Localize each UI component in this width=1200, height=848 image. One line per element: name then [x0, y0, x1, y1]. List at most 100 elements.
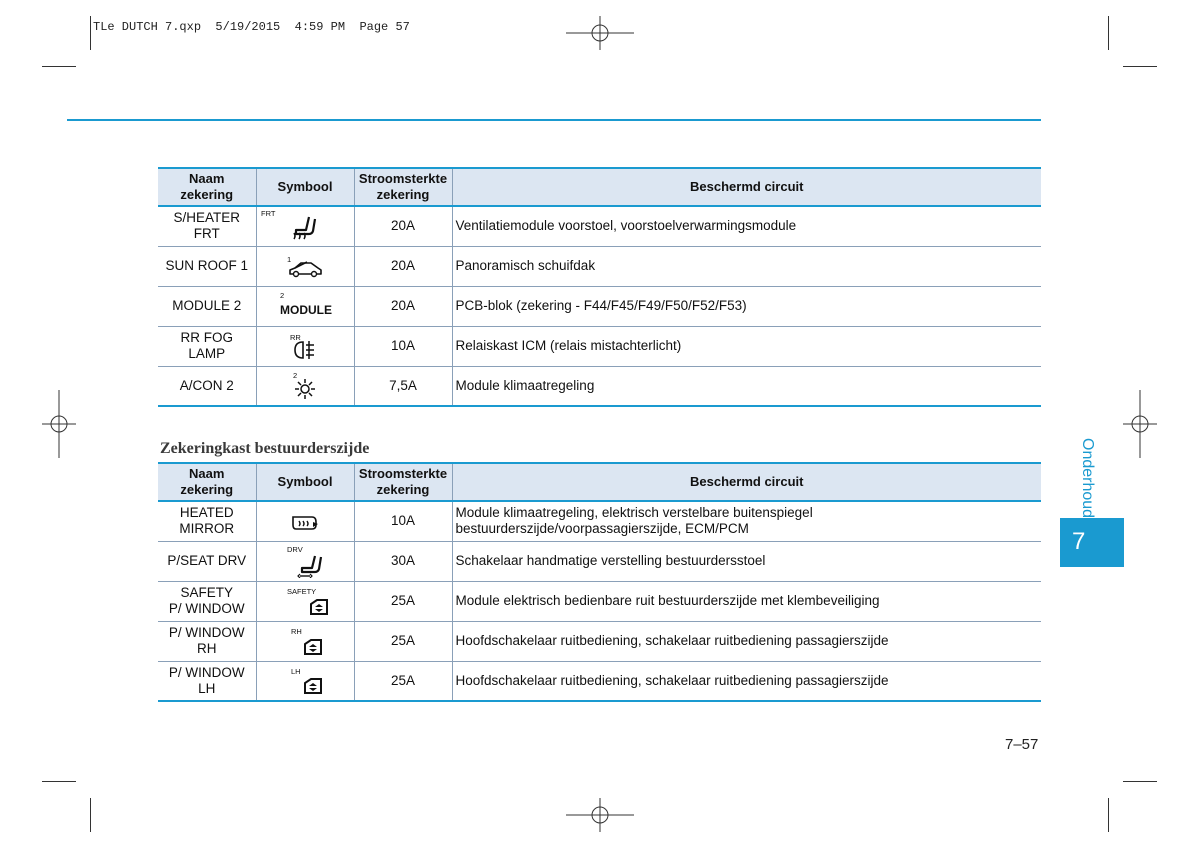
- symbol-label: FRT: [261, 209, 276, 219]
- fuse-symbol: RR: [255, 326, 354, 367]
- amp-header-line2: zekering: [376, 482, 430, 497]
- fuse-name-line2: LH: [198, 680, 216, 696]
- fuse-name-line2: LAMP: [188, 346, 226, 361]
- crop-mark: [90, 798, 91, 832]
- fuse-circuit: Module klimaatregeling: [451, 366, 1041, 407]
- col-header-symbol: Symbool: [255, 462, 354, 502]
- table-row: P/SEAT DRV DRV 30A Schakelaar handmatige…: [158, 541, 1041, 582]
- chapter-number: 7: [1072, 528, 1086, 555]
- power-seat-icon: [296, 555, 322, 578]
- amp-header-line1: Stroomsterkte: [358, 466, 448, 481]
- power-window-icon: [303, 638, 322, 655]
- col-header-circuit: Beschermd circuit: [451, 462, 1041, 502]
- fuse-name: RR FOG LAMP: [158, 326, 256, 367]
- fuse-amperage: 20A: [353, 246, 452, 287]
- symbol-label: LH: [291, 666, 301, 676]
- page-number: 7–57: [1005, 736, 1039, 753]
- circuit-line2: bestuurderszijde/voorpassagierszijde, EC…: [455, 521, 749, 537]
- sunroof-icon: [289, 261, 322, 278]
- symbol-label: SAFETY: [287, 587, 317, 596]
- fuse-name: P/ WINDOW RH: [158, 621, 256, 662]
- col-header-amperage: Stroomsterkte zekering: [353, 462, 452, 502]
- amp-header-line2: zekering: [376, 187, 430, 202]
- fuse-circuit: Hoofdschakelaar ruitbediening, schakelaa…: [451, 661, 1041, 702]
- circuit-line1: Module klimaatregeling, elektrisch verst…: [455, 505, 813, 521]
- fuse-name-line2: FRT: [193, 226, 220, 242]
- fuse-amperage: 10A: [353, 326, 452, 367]
- air-conditioning-icon: [295, 378, 315, 399]
- fuse-name: MODULE 2: [158, 286, 256, 327]
- fuse-symbol: 2 MODULE: [255, 286, 354, 327]
- fuse-circuit: Schakelaar handmatige verstelling bestuu…: [451, 541, 1041, 582]
- crop-mark: [1123, 66, 1157, 67]
- table-header-row: Naam zekering Symbool Stroomsterkte zeker…: [158, 462, 1041, 502]
- fuse-symbol: FRT: [255, 206, 354, 247]
- fuse-amperage: 30A: [353, 541, 452, 582]
- symbol-label: RH: [291, 627, 302, 636]
- fuse-symbol: RH: [255, 621, 354, 662]
- fuse-circuit: Ventilatiemodule voorstoel, voorstoelver…: [451, 206, 1041, 247]
- table-row: P/ WINDOW RH RH 25A Hoofdschakelaar ruitb…: [158, 621, 1041, 662]
- top-rule: [67, 119, 1041, 121]
- col-header-amperage: Stroomsterkte zekering: [353, 167, 452, 207]
- fuse-name-line1: S/HEATER: [173, 210, 240, 226]
- fuse-name-line2: MIRROR: [179, 521, 235, 537]
- fuse-name-line1: P/ WINDOW: [168, 625, 245, 640]
- print-header: TLe DUTCH 7.qxp 5/19/2015 4:59 PM Page 5…: [93, 20, 410, 34]
- fuse-amperage: 25A: [353, 661, 452, 702]
- table-row: A/CON 2 2 7,5A Module klimaatregeling: [158, 366, 1041, 407]
- fuse-symbol: 2: [255, 366, 354, 407]
- registration-mark: [42, 390, 76, 458]
- table-header-row: Naam zekering Symbool Stroomsterkte zeker…: [158, 167, 1041, 207]
- registration-mark: [1123, 390, 1157, 458]
- table-row: RR FOG LAMP RR 10A Relaiskast ICM (relais…: [158, 326, 1041, 367]
- col-header-circuit: Beschermd circuit: [451, 167, 1041, 207]
- fuse-amperage: 25A: [353, 581, 452, 622]
- fuse-circuit: Panoramisch schuifdak: [451, 246, 1041, 287]
- fuse-name: SUN ROOF 1: [158, 246, 256, 287]
- fuse-circuit: Module elektrisch bedienbare ruit bestuu…: [451, 581, 1041, 622]
- fuse-amperage: 25A: [353, 621, 452, 662]
- fuse-name-line1: RR FOG: [180, 330, 234, 345]
- table-row: HEATED MIRROR 10A Module klimaatregeling,…: [158, 501, 1041, 542]
- crop-mark: [90, 16, 91, 50]
- symbol-label: 2: [280, 291, 285, 300]
- crop-mark: [42, 66, 76, 67]
- fuse-circuit: PCB-blok (zekering - F44/F45/F49/F50/F52…: [451, 286, 1041, 327]
- fuse-circuit: Module klimaatregeling, elektrisch verst…: [451, 501, 1041, 542]
- table-row: P/ WINDOW LH LH 25A Hoofdschakelaar ruitb…: [158, 661, 1041, 702]
- fuse-name-line2: P/ WINDOW: [168, 601, 245, 616]
- fuse-name: HEATED MIRROR: [158, 501, 256, 542]
- fuse-symbol: 1: [255, 246, 354, 287]
- section-title: Zekeringkast bestuurderszijde: [160, 440, 370, 457]
- fuse-table-2: Naam zekering Symbool Stroomsterkte zeker…: [158, 462, 1041, 702]
- chapter-tab: 7: [1060, 518, 1124, 567]
- fuse-name: P/ WINDOW LH: [158, 661, 256, 702]
- table-row: SAFETY P/ WINDOW SAFETY 25A Module elektr…: [158, 581, 1041, 622]
- seat-heater-icon: [293, 216, 317, 240]
- crop-mark: [1108, 16, 1109, 50]
- fuse-amperage: 20A: [353, 206, 452, 247]
- registration-mark: [566, 16, 634, 50]
- crop-mark: [1123, 781, 1157, 782]
- fuse-symbol: SAFETY: [255, 581, 354, 622]
- crop-mark: [42, 781, 76, 782]
- fuse-symbol: [255, 501, 354, 542]
- table-row: SUN ROOF 1 1 20A Panoramisch schuifdak: [158, 246, 1041, 287]
- fuse-name-line2: RH: [197, 641, 217, 656]
- chapter-side-label: Onderhoud: [1079, 438, 1096, 519]
- fuse-name: S/HEATER FRT: [158, 206, 256, 247]
- crop-mark: [1108, 798, 1109, 832]
- table-row: S/HEATER FRT FRT 20A Ventilatiemodule voo…: [158, 206, 1041, 247]
- power-window-icon: [310, 598, 329, 615]
- registration-mark: [566, 798, 634, 832]
- fuse-amperage: 10A: [353, 501, 452, 542]
- fuse-name-line1: SAFETY: [180, 585, 233, 600]
- fuse-name-line1: P/ WINDOW: [168, 664, 245, 680]
- table-row: MODULE 2 2 MODULE 20A PCB-blok (zekering…: [158, 286, 1041, 327]
- fuse-name-line1: HEATED: [179, 505, 234, 521]
- fuse-symbol: LH: [255, 661, 354, 702]
- fuse-name: A/CON 2: [158, 366, 256, 407]
- fuse-circuit: Hoofdschakelaar ruitbediening, schakelaa…: [451, 621, 1041, 662]
- rear-fog-lamp-icon: [294, 340, 314, 359]
